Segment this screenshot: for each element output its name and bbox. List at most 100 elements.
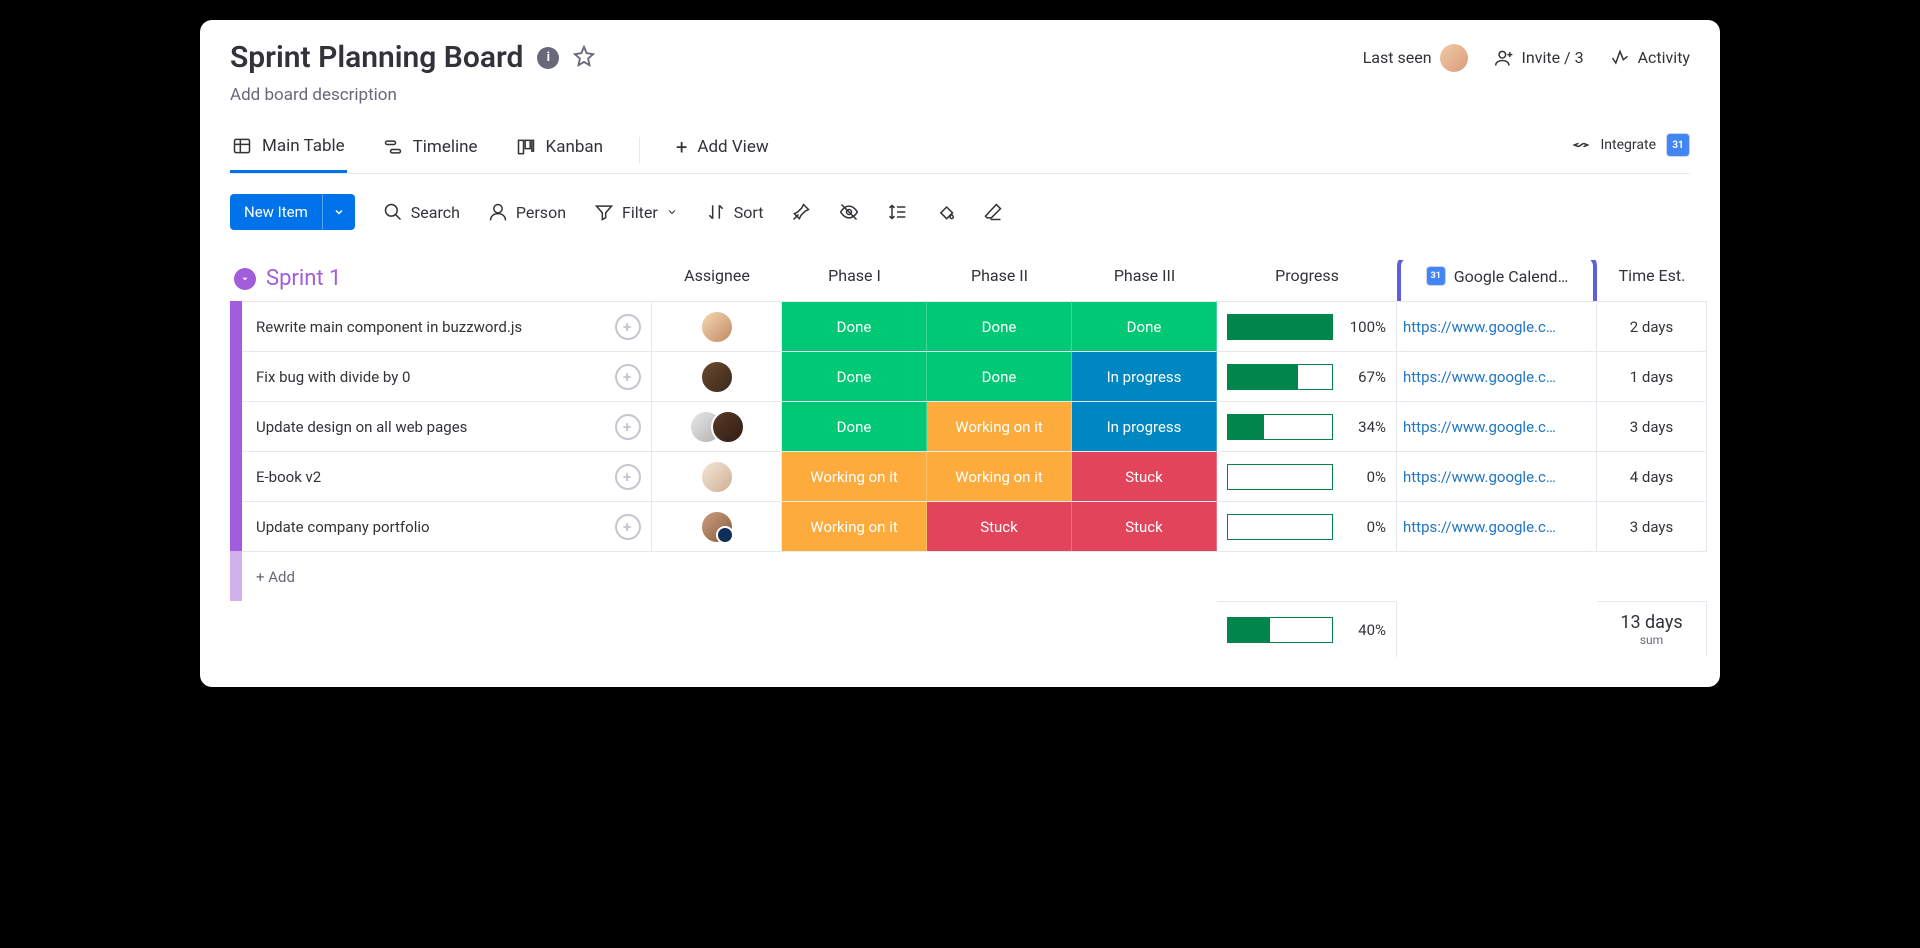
gcal-link[interactable]: https://www.google.c… bbox=[1397, 468, 1596, 486]
invite-button[interactable]: Invite / 3 bbox=[1494, 48, 1584, 68]
assignee-cell[interactable] bbox=[652, 301, 782, 351]
timeline-icon bbox=[383, 137, 403, 157]
group-name[interactable]: Sprint 1 bbox=[266, 266, 341, 291]
gcal-link[interactable]: https://www.google.c… bbox=[1397, 418, 1596, 436]
conversation-icon[interactable] bbox=[615, 414, 641, 440]
col-phase1[interactable]: Phase I bbox=[782, 260, 927, 301]
last-seen-label: Last seen bbox=[1363, 48, 1432, 67]
task-name-cell[interactable]: E-book v2 bbox=[242, 451, 652, 501]
gcal-link[interactable]: https://www.google.c… bbox=[1397, 518, 1596, 536]
phase2-status[interactable]: Done bbox=[927, 301, 1072, 351]
progress-cell[interactable]: 100% bbox=[1217, 301, 1397, 351]
filter-label: Filter bbox=[622, 203, 658, 222]
eraser-icon bbox=[983, 202, 1003, 222]
assignee-cell[interactable] bbox=[652, 351, 782, 401]
phase1-status[interactable]: Done bbox=[782, 301, 927, 351]
gcal-link-cell[interactable]: https://www.google.c… bbox=[1397, 351, 1597, 401]
gcal-link[interactable]: https://www.google.c… bbox=[1397, 318, 1596, 336]
assignee-cell[interactable] bbox=[652, 401, 782, 451]
gcal-link-cell[interactable]: https://www.google.c… bbox=[1397, 451, 1597, 501]
gcal-link-cell[interactable]: https://www.google.c… bbox=[1397, 501, 1597, 551]
board-description[interactable]: Add board description bbox=[230, 85, 1690, 105]
search-button[interactable]: Search bbox=[383, 202, 460, 222]
row-height-icon bbox=[887, 202, 907, 222]
filter-icon bbox=[594, 202, 614, 222]
conversation-icon[interactable] bbox=[615, 514, 641, 540]
add-item-button[interactable]: + Add bbox=[242, 551, 1707, 601]
progress-pct: 34% bbox=[1343, 418, 1386, 436]
tab-timeline[interactable]: Timeline bbox=[381, 129, 480, 171]
progress-cell[interactable]: 34% bbox=[1217, 401, 1397, 451]
add-view-label: Add View bbox=[697, 137, 768, 157]
phase2-status[interactable]: Done bbox=[927, 351, 1072, 401]
sort-button[interactable]: Sort bbox=[706, 202, 764, 222]
conversation-icon[interactable] bbox=[615, 464, 641, 490]
filter-button[interactable]: Filter bbox=[594, 202, 678, 222]
time-est-cell[interactable]: 2 days bbox=[1597, 301, 1707, 351]
phase3-status[interactable]: In progress bbox=[1072, 401, 1217, 451]
gcal-link-cell[interactable]: https://www.google.c… bbox=[1397, 301, 1597, 351]
last-seen[interactable]: Last seen bbox=[1363, 44, 1468, 72]
phase1-status[interactable]: Working on it bbox=[782, 451, 927, 501]
chevron-down-icon bbox=[666, 206, 678, 218]
erase-button[interactable] bbox=[983, 202, 1003, 222]
time-est-cell[interactable]: 3 days bbox=[1597, 501, 1707, 551]
group-collapse-toggle[interactable] bbox=[234, 268, 256, 290]
task-name-cell[interactable]: Update design on all web pages bbox=[242, 401, 652, 451]
add-view-button[interactable]: + Add View bbox=[674, 127, 771, 173]
col-progress[interactable]: Progress bbox=[1217, 260, 1397, 301]
phase1-status[interactable]: Done bbox=[782, 401, 927, 451]
assignee-cell[interactable] bbox=[652, 501, 782, 551]
task-name-cell[interactable]: Rewrite main component in buzzword.js bbox=[242, 301, 652, 351]
col-phase2[interactable]: Phase II bbox=[927, 260, 1072, 301]
eye-off-icon bbox=[839, 202, 859, 222]
phase1-status[interactable]: Working on it bbox=[782, 501, 927, 551]
progress-cell[interactable]: 0% bbox=[1217, 501, 1397, 551]
col-google-calendar[interactable]: 31 Google Calend… bbox=[1397, 260, 1597, 301]
gcal-link[interactable]: https://www.google.c… bbox=[1397, 368, 1596, 386]
progress-bar bbox=[1227, 514, 1333, 540]
tab-label: Kanban bbox=[546, 137, 603, 157]
time-est-cell[interactable]: 1 days bbox=[1597, 351, 1707, 401]
phase3-status[interactable]: In progress bbox=[1072, 351, 1217, 401]
summary-time-sub: sum bbox=[1640, 633, 1663, 647]
conversation-icon[interactable] bbox=[615, 314, 641, 340]
progress-cell[interactable]: 67% bbox=[1217, 351, 1397, 401]
hide-button[interactable] bbox=[839, 202, 859, 222]
activity-button[interactable]: Activity bbox=[1610, 48, 1690, 68]
col-phase3[interactable]: Phase III bbox=[1072, 260, 1217, 301]
integrate-label: Integrate bbox=[1601, 137, 1657, 153]
gcal-link-cell[interactable]: https://www.google.c… bbox=[1397, 401, 1597, 451]
phase2-status[interactable]: Stuck bbox=[927, 501, 1072, 551]
color-button[interactable] bbox=[935, 202, 955, 222]
phase3-status[interactable]: Stuck bbox=[1072, 451, 1217, 501]
invite-icon bbox=[1494, 48, 1514, 68]
height-button[interactable] bbox=[887, 202, 907, 222]
integrate-button[interactable]: Integrate 31 bbox=[1571, 133, 1691, 167]
avatar-icon bbox=[700, 310, 734, 344]
tab-kanban[interactable]: Kanban bbox=[514, 129, 605, 171]
col-time-est[interactable]: Time Est. bbox=[1597, 260, 1707, 301]
person-filter-button[interactable]: Person bbox=[488, 202, 566, 222]
tab-main-table[interactable]: Main Table bbox=[230, 128, 347, 173]
time-est-cell[interactable]: 4 days bbox=[1597, 451, 1707, 501]
phase2-status[interactable]: Working on it bbox=[927, 401, 1072, 451]
time-est-cell[interactable]: 3 days bbox=[1597, 401, 1707, 451]
pin-button[interactable] bbox=[791, 202, 811, 222]
info-icon[interactable]: i bbox=[537, 47, 559, 69]
task-name-cell[interactable]: Update company portfolio bbox=[242, 501, 652, 551]
phase2-status[interactable]: Working on it bbox=[927, 451, 1072, 501]
conversation-icon[interactable] bbox=[615, 364, 641, 390]
col-assignee[interactable]: Assignee bbox=[652, 260, 782, 301]
phase1-status[interactable]: Done bbox=[782, 351, 927, 401]
board-title[interactable]: Sprint Planning Board bbox=[230, 40, 523, 75]
favorite-star-icon[interactable] bbox=[573, 45, 595, 71]
group-stripe bbox=[230, 301, 242, 351]
chevron-down-icon[interactable] bbox=[322, 194, 355, 230]
new-item-button[interactable]: New Item bbox=[230, 194, 355, 230]
phase3-status[interactable]: Stuck bbox=[1072, 501, 1217, 551]
task-name-cell[interactable]: Fix bug with divide by 0 bbox=[242, 351, 652, 401]
progress-cell[interactable]: 0% bbox=[1217, 451, 1397, 501]
phase3-status[interactable]: Done bbox=[1072, 301, 1217, 351]
assignee-cell[interactable] bbox=[652, 451, 782, 501]
